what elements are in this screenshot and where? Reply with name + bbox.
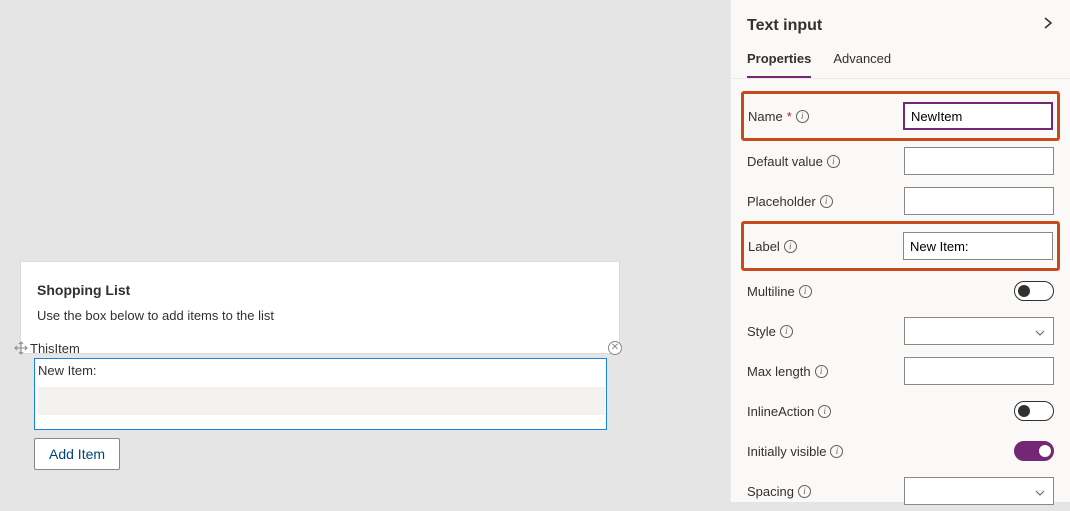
- selection-header[interactable]: ThisItem ✕: [14, 339, 622, 357]
- prop-label-multiline: Multiline: [747, 284, 795, 299]
- initially-visible-toggle[interactable]: [1014, 441, 1054, 461]
- card-subtitle: Use the box below to add items to the li…: [37, 308, 603, 323]
- prop-label-spacing: Spacing: [747, 484, 794, 499]
- close-icon[interactable]: ✕: [608, 341, 622, 355]
- name-input[interactable]: [903, 102, 1053, 130]
- info-icon[interactable]: i: [784, 240, 797, 253]
- prop-label-initially-visible: Initially visible: [747, 444, 826, 459]
- multiline-toggle[interactable]: [1014, 281, 1054, 301]
- chevron-right-icon[interactable]: [1042, 16, 1054, 35]
- new-item-input[interactable]: [38, 387, 605, 415]
- prop-label-style: Style: [747, 324, 776, 339]
- label-input[interactable]: [903, 232, 1053, 260]
- highlight-name-row: Name * i: [741, 91, 1060, 141]
- info-icon[interactable]: i: [780, 325, 793, 338]
- properties-panel: Text input Properties Advanced Name * i …: [730, 0, 1070, 502]
- prop-label-label: Label: [748, 239, 780, 254]
- prop-label-placeholder: Placeholder: [747, 194, 816, 209]
- prop-label-max-length: Max length: [747, 364, 811, 379]
- info-icon[interactable]: i: [815, 365, 828, 378]
- inline-action-toggle[interactable]: [1014, 401, 1054, 421]
- info-icon[interactable]: i: [820, 195, 833, 208]
- prop-label-inline-action: InlineAction: [747, 404, 814, 419]
- text-input-control[interactable]: New Item:: [34, 358, 607, 430]
- chevron-down-icon: [1035, 483, 1045, 499]
- info-icon[interactable]: i: [796, 110, 809, 123]
- tab-properties[interactable]: Properties: [747, 41, 811, 78]
- prop-label-default-value: Default value: [747, 154, 823, 169]
- selection-label: ThisItem: [30, 341, 608, 356]
- max-length-input[interactable]: [904, 357, 1054, 385]
- card-title: Shopping List: [37, 282, 603, 298]
- info-icon[interactable]: i: [827, 155, 840, 168]
- info-icon[interactable]: i: [818, 405, 831, 418]
- info-icon[interactable]: i: [830, 445, 843, 458]
- add-item-button[interactable]: Add Item: [34, 438, 120, 470]
- panel-title: Text input: [747, 17, 1042, 35]
- field-label: New Item:: [38, 363, 97, 378]
- move-icon[interactable]: [14, 341, 28, 355]
- highlight-label-row: Label i: [741, 221, 1060, 271]
- info-icon[interactable]: i: [799, 285, 812, 298]
- placeholder-input[interactable]: [904, 187, 1054, 215]
- tab-advanced[interactable]: Advanced: [833, 41, 891, 78]
- chevron-down-icon: [1035, 323, 1045, 339]
- panel-tabs: Properties Advanced: [731, 41, 1070, 79]
- info-icon[interactable]: i: [798, 485, 811, 498]
- default-value-input[interactable]: [904, 147, 1054, 175]
- required-asterisk: *: [787, 109, 792, 124]
- properties-list: Name * i Default value i Placeholder i: [731, 85, 1070, 511]
- prop-label-name: Name: [748, 109, 783, 124]
- canvas-area: Shopping List Use the box below to add i…: [0, 0, 730, 502]
- spacing-select[interactable]: [904, 477, 1054, 505]
- style-select[interactable]: [904, 317, 1054, 345]
